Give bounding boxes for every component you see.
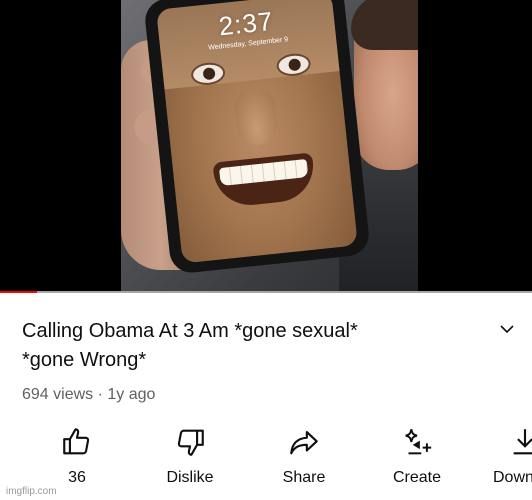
- share-button[interactable]: Share: [272, 425, 336, 491]
- like-count: 36: [68, 469, 86, 486]
- action-bar: 36 Dislike Share Create Down: [0, 425, 532, 500]
- dislike-label: Dislike: [166, 469, 214, 486]
- youtube-video-page: 2:37 Wednesday, September 9 Calling Obam…: [0, 0, 532, 500]
- create-sparkle-icon: [405, 429, 432, 455]
- progress-played: [0, 291, 38, 293]
- download-icon: [513, 429, 532, 455]
- upload-age: 1y ago: [107, 386, 156, 403]
- download-button[interactable]: Down: [490, 425, 532, 491]
- download-label: Down: [493, 469, 532, 486]
- meta-separator: ·: [97, 386, 103, 403]
- create-button[interactable]: Create: [385, 425, 449, 491]
- nose: [233, 88, 279, 147]
- chevron-down-icon[interactable]: [498, 322, 516, 336]
- share-label: Share: [282, 469, 326, 486]
- thumbs-up-icon: [63, 428, 90, 455]
- grinning-mouth: [212, 152, 317, 209]
- video-title-line2: *gone Wrong*: [22, 349, 147, 371]
- dislike-button[interactable]: Dislike: [158, 425, 222, 491]
- progress-bar[interactable]: [0, 291, 532, 293]
- video-title[interactable]: Calling Obama At 3 Am *gone sexual* *gon…: [22, 317, 482, 375]
- phone-lock-screen: 2:37 Wednesday, September 9: [156, 0, 358, 264]
- video-title-line1: Calling Obama At 3 Am *gone sexual*: [22, 320, 358, 342]
- share-arrow-icon: [290, 431, 318, 455]
- video-meta: 694 views · 1y ago: [22, 386, 155, 404]
- imgflip-watermark: imgflip.com: [6, 486, 57, 497]
- like-button[interactable]: 36: [52, 425, 102, 491]
- view-count: 694 views: [22, 386, 94, 403]
- create-label: Create: [392, 469, 442, 486]
- thumbs-down-icon: [177, 429, 204, 456]
- phone: 2:37 Wednesday, September 9: [143, 0, 371, 275]
- video-player[interactable]: 2:37 Wednesday, September 9: [0, 0, 532, 293]
- video-frame: 2:37 Wednesday, September 9: [121, 0, 418, 293]
